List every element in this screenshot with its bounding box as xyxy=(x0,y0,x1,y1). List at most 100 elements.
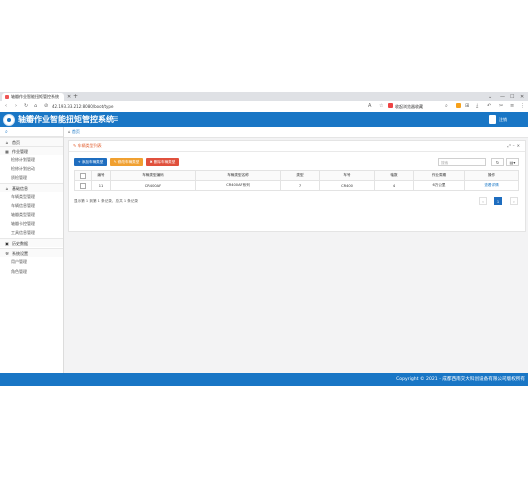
sidebar-item-label: 轴瓣卡控管理 xyxy=(11,221,35,226)
maximize-icon[interactable]: ☐ xyxy=(510,93,514,101)
sidebar-item-work-management[interactable]: ▦ 作业管理 xyxy=(0,146,63,155)
url-field[interactable]: 42.193.33.212:8080/boot/type xyxy=(52,103,113,110)
sidebar: ⌕ ⌂ 首页 ▦ 作业管理 检修计划管理 检修计划启动 质检管理 ⌂ 基础信息 车辆类… xyxy=(0,127,64,373)
column-header[interactable]: 作业周期 xyxy=(413,170,465,181)
forward-icon[interactable]: › xyxy=(15,101,17,112)
button-label: 修改车辆类型 xyxy=(117,160,140,164)
sidebar-item-axle-control[interactable]: 轴瓣卡控管理 xyxy=(0,219,63,228)
sidebar-item-plan-start[interactable]: 检修计划启动 xyxy=(0,164,63,173)
browser-tab-bar: 轴瓣作业智能扭矩管控系统 ✕ + ⌄ — ☐ ✕ xyxy=(0,92,528,101)
sidebar-item-label: 作业管理 xyxy=(12,149,28,154)
menu-icon[interactable]: ≡ xyxy=(510,101,514,112)
refresh-table-icon[interactable]: ↻ xyxy=(491,158,504,166)
logout-link[interactable]: 注销 xyxy=(499,112,507,127)
button-label: 删除车辆类型 xyxy=(153,160,176,164)
extension-orange-icon[interactable] xyxy=(456,103,461,108)
home-browser-icon[interactable]: ⌂ xyxy=(34,101,37,112)
vehicle-type-table: 编号 车辆类型编码 车辆类型名称 类型 车号 轴数 作业周期 操作 11 CR4… xyxy=(74,170,519,191)
current-page-button[interactable]: 1 xyxy=(494,197,502,205)
sidebar-item-label: 检修计划启动 xyxy=(11,166,35,171)
column-header[interactable]: 轴数 xyxy=(374,170,414,181)
browser-tab-title: 轴瓣作业智能扭矩管控系统 xyxy=(11,94,59,99)
row-checkbox[interactable] xyxy=(74,180,92,191)
sidebar-item-users[interactable]: 用户管理 xyxy=(0,257,63,266)
column-header[interactable]: 车号 xyxy=(319,170,375,181)
grid-icon[interactable]: ⊞ xyxy=(465,101,469,112)
bookmark-bar-label[interactable]: 收起浏览器收藏 xyxy=(395,103,423,110)
edit-vehicle-type-button[interactable]: ✎ 修改车辆类型 xyxy=(110,158,143,166)
new-tab-icon[interactable]: + xyxy=(73,93,78,101)
close-window-icon[interactable]: ✕ xyxy=(520,93,524,101)
image-icon: ▣ xyxy=(5,241,9,246)
delete-vehicle-type-button[interactable]: ✖ 删除车辆类型 xyxy=(146,158,179,166)
column-header[interactable]: 车辆类型编码 xyxy=(110,170,196,181)
table-cell: 7 xyxy=(280,180,320,191)
home-icon[interactable]: ⌂ xyxy=(68,129,71,134)
browser-tab[interactable]: 轴瓣作业智能扭矩管控系统 xyxy=(2,93,64,101)
minimize-icon[interactable]: — xyxy=(500,93,505,101)
next-page-button[interactable]: › xyxy=(510,197,518,205)
select-all-checkbox[interactable] xyxy=(74,170,92,181)
more-icon[interactable]: ⋮ xyxy=(520,101,525,112)
refresh-icon[interactable]: ↻ xyxy=(24,101,28,112)
undo-icon[interactable]: ↶ xyxy=(487,101,491,112)
extension-icon[interactable] xyxy=(388,103,393,108)
sidebar-item-vehicle-type[interactable]: 车辆类型管理 xyxy=(0,192,63,201)
sidebar-item-axle-type[interactable]: 轴瓣类型管理 xyxy=(0,210,63,219)
favicon-icon xyxy=(5,95,9,99)
close-panel-icon[interactable]: ✕ xyxy=(517,143,522,148)
footer: Copyright © 2021 - 成都西南交大科创设备有限公司版权所有 xyxy=(0,373,528,386)
sidebar-item-history[interactable]: ▣ 历史数据 xyxy=(0,238,63,247)
table-cell: 6万公里 xyxy=(413,180,465,191)
app-title: 轴瓣作业智能扭矩管控系统 xyxy=(18,115,114,124)
sidebar-item-basic-info[interactable]: ⌂ 基础信息 xyxy=(0,183,63,192)
close-tab-icon[interactable]: ✕ xyxy=(67,93,71,101)
download-icon[interactable]: ⤓ xyxy=(476,101,478,112)
copyright-text: Copyright © 2021 - 成都西南交大科创设备有限公司版权所有 xyxy=(396,377,525,382)
checkbox-icon[interactable] xyxy=(80,172,86,179)
column-header: 操作 xyxy=(464,170,519,181)
column-header[interactable]: 车辆类型名称 xyxy=(195,170,281,181)
sidebar-search-icon[interactable]: ⌕ xyxy=(0,127,63,137)
view-details-link[interactable]: 查看详情 xyxy=(464,180,519,191)
column-header[interactable]: 编号 xyxy=(91,170,111,181)
search-browser-icon[interactable]: ⌕ xyxy=(445,101,448,112)
search-input[interactable]: 搜索 xyxy=(438,158,486,166)
sidebar-item-label: 检修计划管理 xyxy=(11,157,35,162)
sidebar-item-tool-info[interactable]: 工具信息管理 xyxy=(0,228,63,237)
table-cell: 11 xyxy=(91,180,111,191)
columns-toggle-icon[interactable]: ▤▾ xyxy=(506,158,519,166)
pagination-info: 显示第 1 到第 1 条记录，总共 1 条记录 xyxy=(74,199,139,203)
add-vehicle-type-button[interactable]: + 添加车辆类型 xyxy=(74,158,107,166)
sidebar-item-vehicle-info[interactable]: 车辆信息管理 xyxy=(0,201,63,210)
app-header: 轴瓣作业智能扭矩管控系统 ☰ 注销 xyxy=(0,112,528,127)
sidebar-item-settings[interactable]: ⚒ 系统设置 xyxy=(0,248,63,257)
table-header-row: 编号 车辆类型编码 车辆类型名称 类型 车号 轴数 作业周期 操作 xyxy=(74,170,519,181)
column-header[interactable]: 类型 xyxy=(280,170,320,181)
breadcrumb-home[interactable]: 首页 xyxy=(72,129,80,134)
back-icon[interactable]: ‹ xyxy=(5,101,7,112)
sidebar-item-plan-management[interactable]: 检修计划管理 xyxy=(0,155,63,164)
menu-toggle-icon[interactable]: ☰ xyxy=(113,112,118,127)
table-cell: CR400AF系列 xyxy=(195,180,281,191)
table-cell: 4 xyxy=(374,180,414,191)
list-icon: ✎ xyxy=(73,143,77,148)
sidebar-item-label: 用户管理 xyxy=(11,259,27,264)
avatar[interactable] xyxy=(489,115,496,124)
sidebar-item-roles[interactable]: 角色管理 xyxy=(0,267,63,276)
table-row[interactable]: 11 CR400AF CR400AF系列 7 CR400 4 6万公里 查看详情 xyxy=(74,180,519,191)
sidebar-item-home[interactable]: ⌂ 首页 xyxy=(0,137,63,146)
app-window: 轴瓣作业智能扭矩管控系统 ✕ + ⌄ — ☐ ✕ ‹ › ↻ ⌂ ⊘ 42.19… xyxy=(0,92,528,386)
sidebar-item-quality[interactable]: 质检管理 xyxy=(0,173,63,182)
star-icon[interactable]: ☆ xyxy=(379,101,383,112)
dropdown-icon[interactable]: ⌄ xyxy=(488,93,492,101)
checkbox-icon[interactable] xyxy=(80,182,86,189)
sidebar-item-label: 角色管理 xyxy=(11,269,27,274)
sidebar-item-label: 质检管理 xyxy=(11,175,27,180)
sidebar-item-label: 首页 xyxy=(12,140,20,145)
logo-icon xyxy=(3,114,15,126)
main-content: ⌂ 首页 ✎ 车辆类型列表 ⤢–✕ + 添加车辆类型 ✎ 修改车辆类型 ✖ 删除… xyxy=(64,127,528,373)
screenshot-icon[interactable]: ✂ xyxy=(499,101,503,112)
prev-page-button[interactable]: ‹ xyxy=(479,197,487,205)
font-size-icon[interactable]: A xyxy=(368,101,371,112)
